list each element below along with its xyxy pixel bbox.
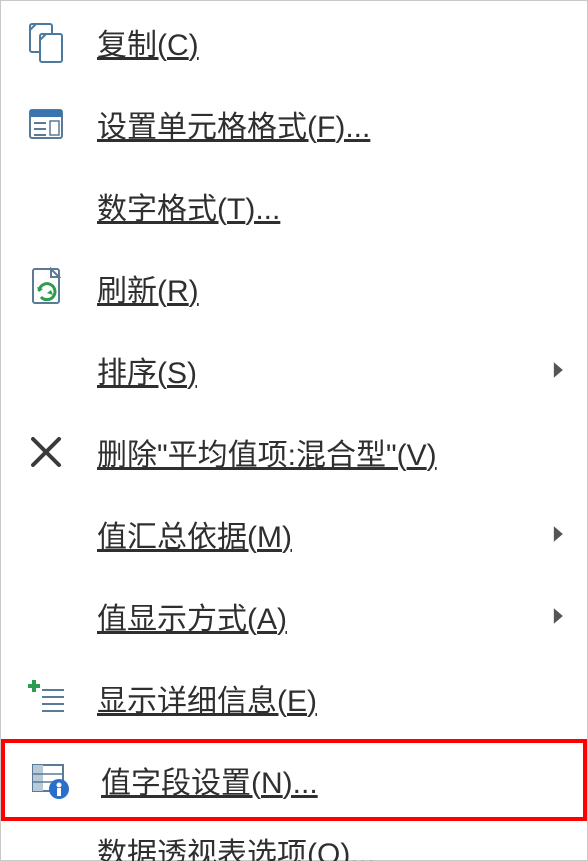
menu-item-label: 数据透视表选项(O)... xyxy=(91,829,579,861)
menu-item-label: 显示详细信息(E) xyxy=(91,676,579,720)
menu-item-label: 刷新(R) xyxy=(91,266,579,310)
menu-item-show-values-as[interactable]: 值显示方式(A) xyxy=(1,575,587,657)
refresh-icon xyxy=(1,267,91,309)
submenu-arrow-icon xyxy=(539,525,579,543)
menu-item-summarize-by[interactable]: 值汇总依据(M) xyxy=(1,493,587,575)
menu-item-label: 设置单元格格式(F)... xyxy=(91,102,579,146)
menu-item-label: 值字段设置(N)... xyxy=(95,758,575,802)
submenu-arrow-icon xyxy=(539,361,579,379)
menu-item-label: 复制(C) xyxy=(91,20,579,64)
menu-item-sort[interactable]: 排序(S) xyxy=(1,329,587,411)
menu-item-label: 数字格式(T)... xyxy=(91,184,579,228)
menu-item-number-format[interactable]: 数字格式(T)... xyxy=(1,165,587,247)
menu-item-pivottable-options[interactable]: 数据透视表选项(O)... xyxy=(1,821,587,861)
menu-item-format-cells[interactable]: 设置单元格格式(F)... xyxy=(1,83,587,165)
menu-item-show-details[interactable]: 显示详细信息(E) xyxy=(1,657,587,739)
menu-item-refresh[interactable]: 刷新(R) xyxy=(1,247,587,329)
context-menu: 复制(C) 设置单元格格式(F)... 数字格式(T)... xyxy=(0,0,588,861)
menu-item-label: 排序(S) xyxy=(91,348,539,392)
menu-item-label: 值汇总依据(M) xyxy=(91,512,539,556)
delete-icon xyxy=(1,433,91,471)
menu-item-label: 删除"平均值项:混合型"(V) xyxy=(91,430,579,474)
menu-item-value-field-settings[interactable]: 值字段设置(N)... xyxy=(1,739,587,821)
menu-item-delete[interactable]: 删除"平均值项:混合型"(V) xyxy=(1,411,587,493)
menu-item-copy[interactable]: 复制(C) xyxy=(1,1,587,83)
format-cells-icon xyxy=(1,104,91,144)
field-settings-icon xyxy=(5,759,95,801)
menu-item-label: 值显示方式(A) xyxy=(91,594,539,638)
copy-icon xyxy=(1,20,91,64)
submenu-arrow-icon xyxy=(539,607,579,625)
show-details-icon xyxy=(1,678,91,718)
